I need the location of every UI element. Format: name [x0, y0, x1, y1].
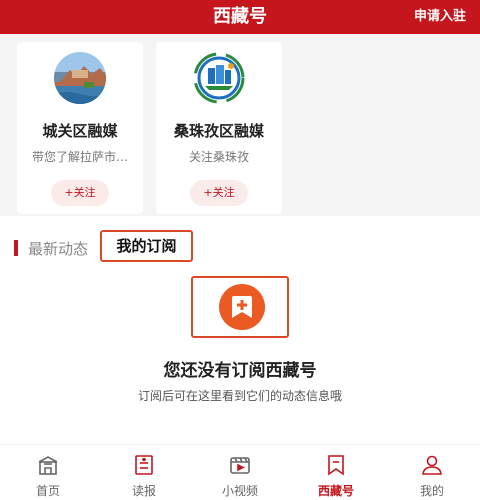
- account-avatar: [193, 52, 245, 104]
- account-card[interactable]: 城关区融媒 带您了解拉萨市… +关注: [17, 42, 143, 214]
- apply-join-button[interactable]: 申请入驻: [414, 0, 466, 34]
- nav-item-tibet-account[interactable]: 西藏号: [288, 445, 384, 500]
- newspaper-icon: [132, 453, 156, 477]
- page-title: 西藏号: [213, 6, 267, 27]
- recommended-accounts: 城关区融媒 带您了解拉萨市… +关注 桑珠孜区融媒 关注桑珠孜 +关注: [0, 34, 480, 216]
- nav-label: 西藏号: [317, 484, 354, 498]
- home-icon: [36, 453, 60, 477]
- nav-label: 我的: [419, 484, 444, 498]
- top-header: 西藏号 申请入驻: [0, 0, 480, 34]
- empty-state-subtitle: 订阅后可在这里看到它们的动态信息哦: [137, 389, 342, 403]
- tab-my-subscriptions[interactable]: 我的订阅: [100, 230, 193, 262]
- follow-button[interactable]: +关注: [190, 180, 248, 206]
- cards-empty-space: [295, 42, 480, 214]
- follow-button[interactable]: +关注: [51, 180, 109, 206]
- tab-latest[interactable]: 最新动态: [28, 238, 88, 259]
- bookmark-plus-icon: [219, 284, 265, 330]
- nav-item-profile[interactable]: 我的: [384, 445, 480, 500]
- account-name: 桑珠孜区融媒: [173, 122, 264, 140]
- empty-state-icon-highlight: [191, 276, 289, 338]
- account-name: 城关区融媒: [42, 122, 118, 140]
- tibet-account-icon: [324, 453, 348, 477]
- empty-state-title: 您还没有订阅西藏号: [163, 361, 317, 381]
- account-avatar: [54, 52, 106, 104]
- feed-tabs: 最新动态 我的订阅: [0, 224, 480, 272]
- account-description: 关注桑珠孜: [188, 150, 249, 164]
- nav-label: 首页: [35, 484, 60, 498]
- nav-item-newspaper[interactable]: 读报: [96, 445, 192, 500]
- tab-indicator-bar: [14, 240, 18, 256]
- account-description: 带您了解拉萨市…: [31, 150, 128, 164]
- profile-icon: [420, 453, 444, 477]
- nav-label: 小视频: [221, 484, 258, 498]
- account-card[interactable]: 桑珠孜区融媒 关注桑珠孜 +关注: [156, 42, 282, 214]
- bottom-navigation: 首页 读报 小视频 西藏号 我的: [0, 444, 480, 500]
- nav-item-video[interactable]: 小视频: [192, 445, 288, 500]
- app-root: 西藏号 申请入驻 城关区融媒 带您了解拉萨市… +关注 桑珠孜区融媒 关注桑珠孜…: [0, 0, 480, 500]
- video-icon: [228, 453, 252, 477]
- nav-label: 读报: [131, 484, 156, 498]
- nav-item-home[interactable]: 首页: [0, 445, 96, 500]
